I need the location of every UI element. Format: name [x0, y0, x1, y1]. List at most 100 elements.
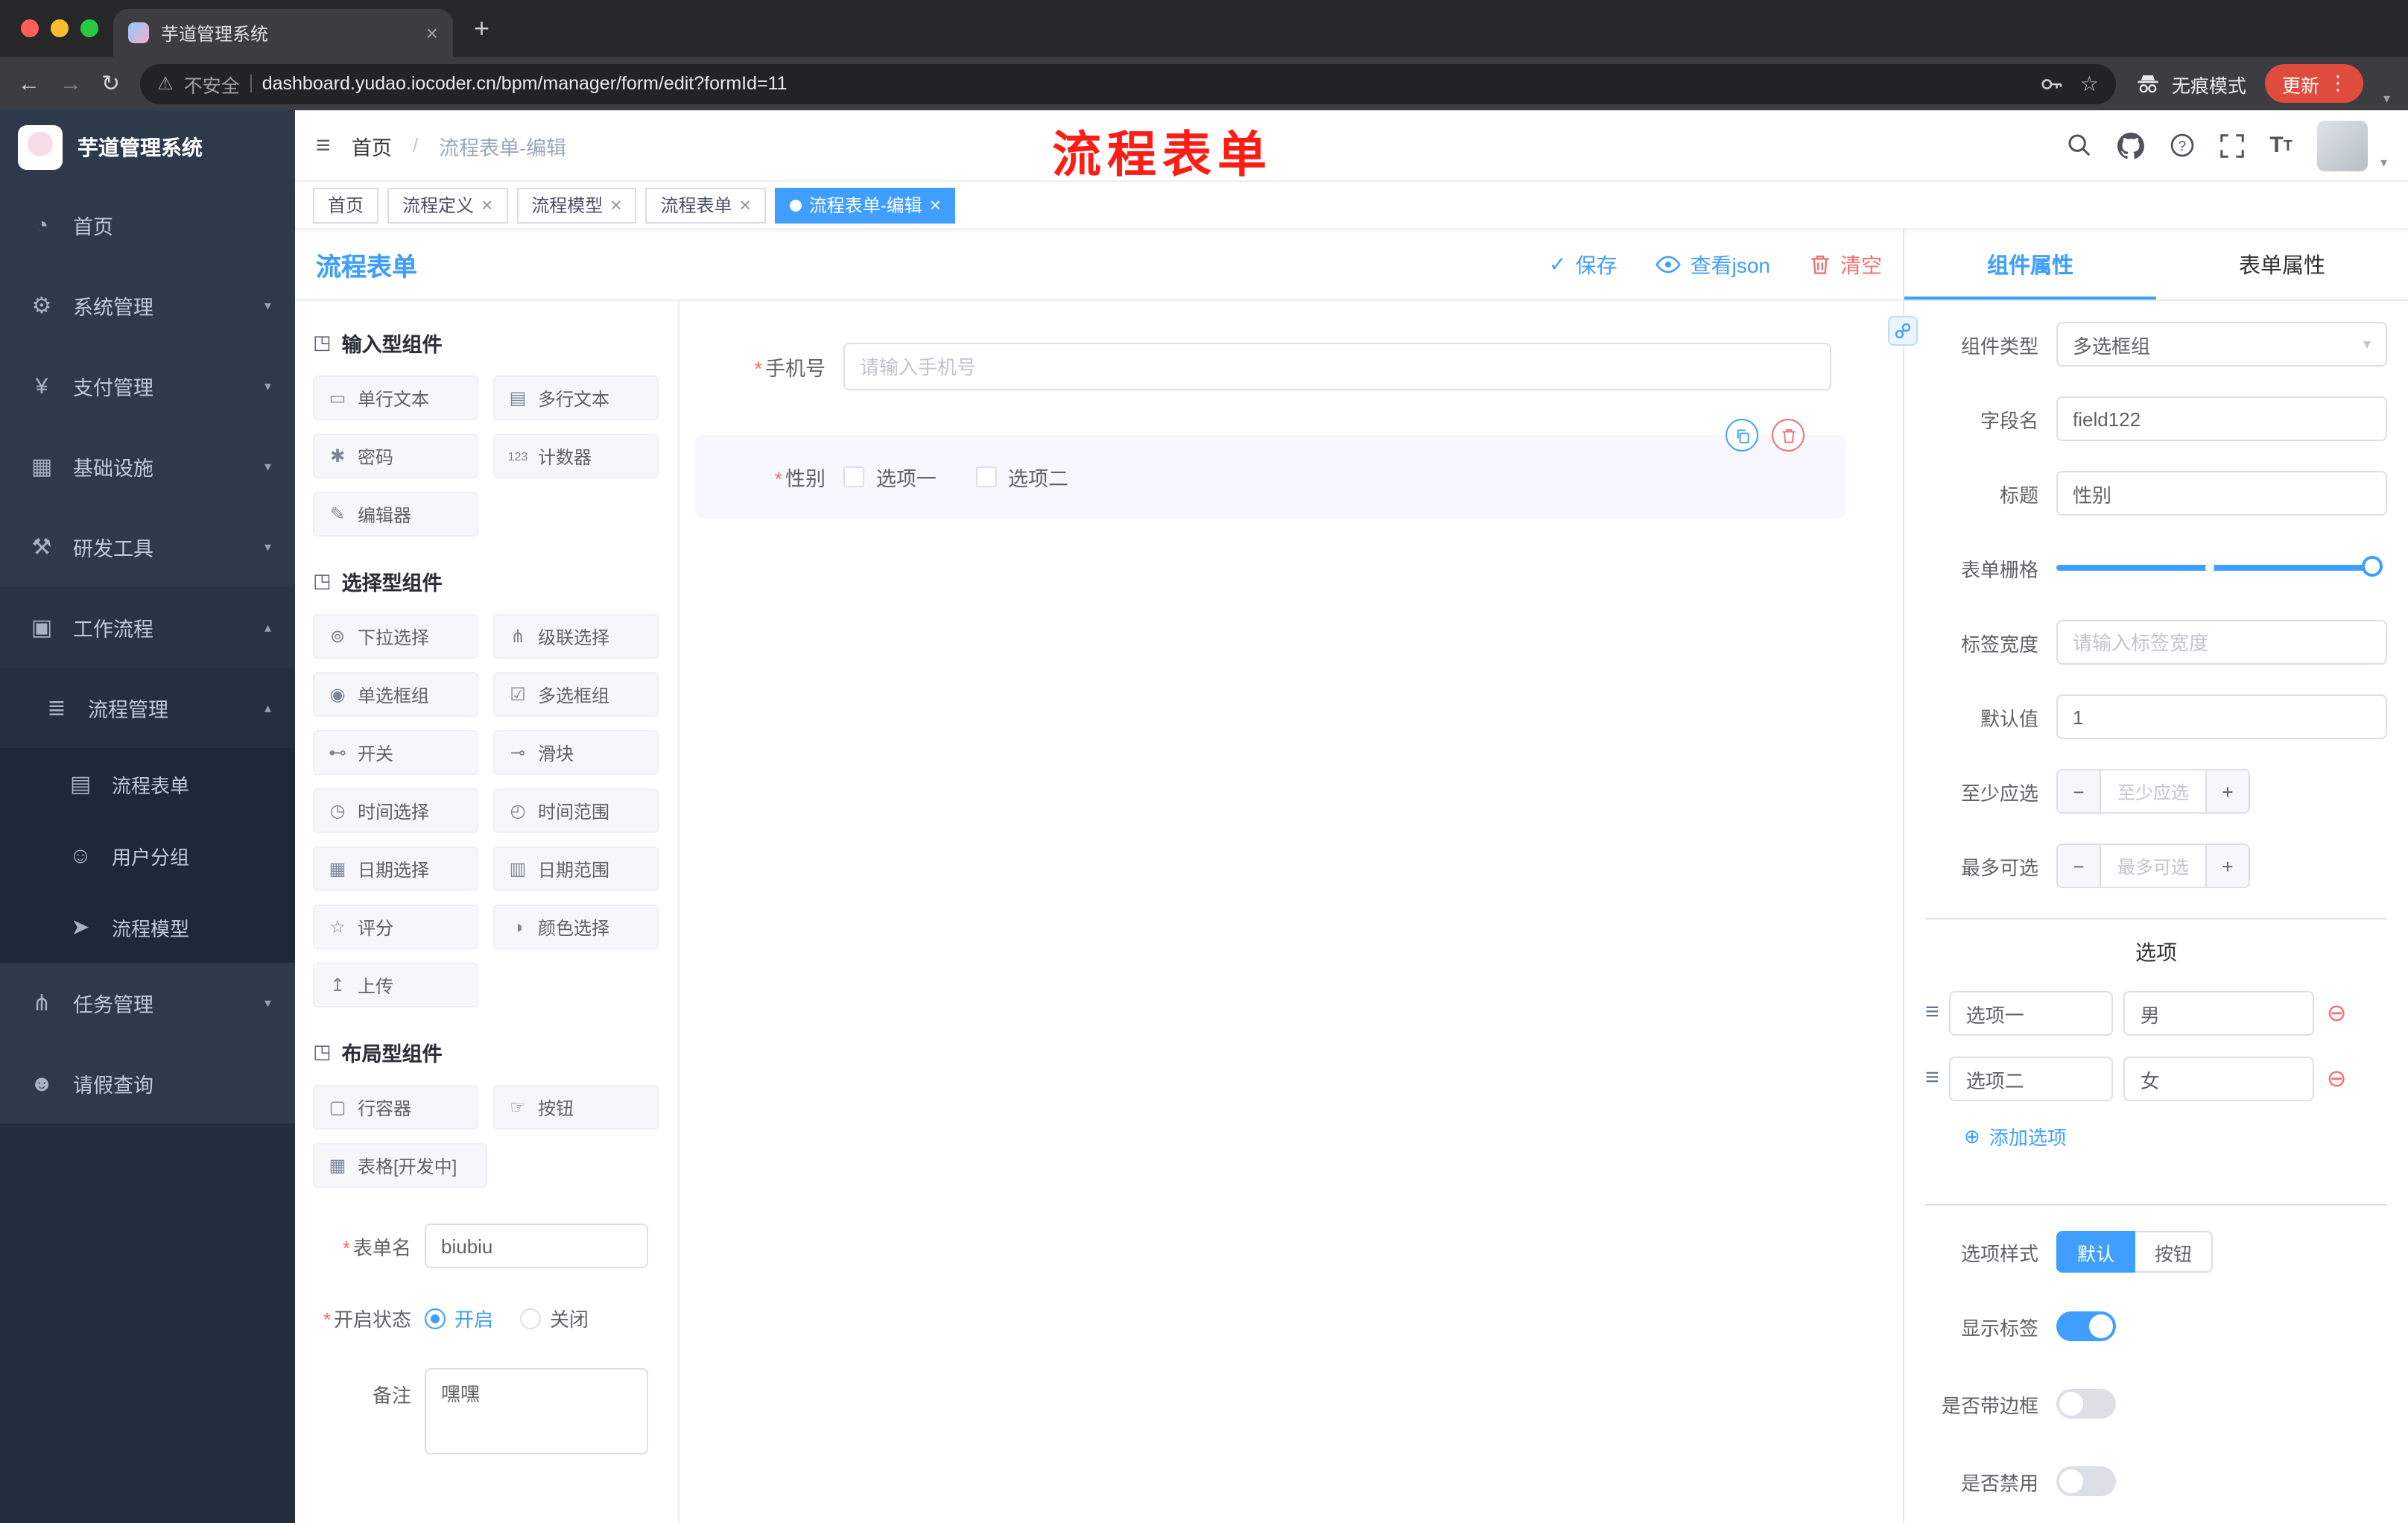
sidebar-item-system-mgmt[interactable]: ⚙ 系统管理 ▾ — [0, 265, 295, 346]
form-field-gender[interactable]: * 性别 选项一 选项二 — [694, 450, 1846, 504]
remove-option-button[interactable]: ⊖ — [2327, 1064, 2347, 1094]
min-select-stepper[interactable]: − 至少应选 + — [2056, 769, 2250, 814]
slider-handle[interactable] — [2362, 556, 2383, 577]
bookmark-star-icon[interactable]: ☆ — [2080, 71, 2099, 96]
tag-close-icon[interactable]: × — [481, 194, 492, 216]
sidebar-item-task-mgmt[interactable]: ⋔ 任务管理 ▾ — [0, 963, 295, 1043]
tag-close-icon[interactable]: × — [610, 194, 621, 216]
border-toggle[interactable] — [2056, 1389, 2116, 1419]
palette-item-editor[interactable]: ✎ 编辑器 — [313, 492, 478, 536]
palette-item-time-picker[interactable]: ◷ 时间选择 — [313, 788, 478, 833]
gender-option2-checkbox[interactable]: 选项二 — [975, 462, 1068, 492]
style-button-button[interactable]: 按钮 — [2135, 1231, 2214, 1273]
new-tab-button[interactable]: + — [453, 13, 510, 44]
remark-textarea[interactable]: 嘿嘿 — [425, 1368, 648, 1454]
sidebar-item-payment-mgmt[interactable]: ¥ 支付管理 ▾ — [0, 346, 295, 426]
update-button[interactable]: 更新 ⋮ — [2265, 64, 2364, 103]
sidebar-item-user-group[interactable]: ☺ 用户分组 — [0, 820, 295, 891]
phone-input[interactable] — [843, 343, 1831, 390]
palette-item-rate[interactable]: ☆ 评分 — [313, 905, 478, 949]
address-bar[interactable]: ⚠ 不安全 dashboard.yudao.iocoder.cn/bpm/man… — [139, 63, 2117, 104]
increase-button[interactable]: + — [2205, 845, 2249, 887]
form-field-phone[interactable]: * 手机号 — [694, 331, 1867, 402]
palette-item-row-container[interactable]: ▢ 行容器 — [313, 1085, 478, 1130]
option-value-input[interactable] — [2123, 1057, 2315, 1101]
increase-button[interactable]: + — [2205, 770, 2249, 812]
gender-option1-checkbox[interactable]: 选项一 — [843, 462, 937, 492]
fullscreen-icon[interactable] — [2220, 133, 2245, 157]
tag-process-form-edit[interactable]: 流程表单-编辑 × — [774, 187, 956, 223]
palette-item-checkbox-group[interactable]: ☑ 多选框组 — [493, 672, 659, 717]
font-size-icon[interactable]: TT — [2269, 134, 2293, 156]
disabled-toggle[interactable] — [2056, 1466, 2116, 1496]
palette-item-table[interactable]: ▦ 表格[开发中] — [313, 1143, 487, 1188]
palette-item-date-picker[interactable]: ▦ 日期选择 — [313, 846, 478, 891]
copy-field-button[interactable] — [1726, 419, 1758, 452]
palette-item-select[interactable]: ⊚ 下拉选择 — [313, 614, 478, 659]
palette-item-switch[interactable]: ⊷ 开关 — [313, 730, 478, 775]
tag-process-form[interactable]: 流程表单 × — [645, 187, 766, 223]
sidebar-item-process-model[interactable]: ➤ 流程模型 — [0, 891, 295, 963]
tag-home[interactable]: 首页 — [313, 187, 379, 223]
palette-item-password[interactable]: ✱ 密码 — [313, 434, 478, 478]
remove-option-button[interactable]: ⊖ — [2327, 998, 2347, 1028]
tag-process-definition[interactable]: 流程定义 × — [387, 187, 508, 223]
default-value-input[interactable] — [2056, 694, 2387, 739]
forward-button[interactable]: → — [60, 71, 82, 96]
search-icon[interactable] — [2067, 133, 2092, 158]
palette-item-time-range[interactable]: ◴ 时间范围 — [493, 788, 659, 833]
option-value-input[interactable] — [2123, 991, 2315, 1036]
clear-button[interactable]: 清空 — [1809, 250, 1882, 279]
help-icon[interactable]: ? — [2170, 133, 2195, 158]
github-icon[interactable] — [2117, 132, 2145, 159]
drag-handle-icon[interactable]: ≡ — [1925, 1000, 1939, 1027]
avatar-chevron-icon[interactable]: ▾ — [2380, 154, 2387, 171]
tab-close-icon[interactable]: × — [426, 21, 438, 45]
decrease-button[interactable]: − — [2058, 770, 2101, 812]
add-option-button[interactable]: ⊕ 添加选项 — [1964, 1122, 2387, 1150]
sidebar-item-process-form[interactable]: ▤ 流程表单 — [0, 748, 295, 820]
delete-field-button[interactable] — [1772, 419, 1805, 452]
window-zoom-button[interactable] — [80, 19, 98, 37]
option-label-input[interactable] — [1949, 1057, 2114, 1101]
tag-process-model[interactable]: 流程模型 × — [516, 187, 637, 223]
reload-button[interactable]: ↻ — [101, 70, 120, 97]
palette-item-upload[interactable]: ↥ 上传 — [313, 963, 478, 1007]
form-canvas[interactable]: * 手机号 请输入手机号 * 性别 选项一 选项二 — [679, 301, 1903, 1523]
user-avatar[interactable] — [2317, 120, 2369, 171]
menu-fold-icon[interactable]: ≡ — [316, 130, 331, 160]
palette-item-cascader[interactable]: ⋔ 级联选择 — [493, 614, 659, 659]
toolbar-chevron-icon[interactable]: ▾ — [2383, 91, 2390, 107]
browser-menu-icon[interactable]: ⋮ — [2328, 72, 2348, 95]
decrease-button[interactable]: − — [2058, 845, 2101, 887]
palette-item-single-line-text[interactable]: ▭ 单行文本 — [313, 376, 478, 420]
palette-item-multi-line-text[interactable]: ▤ 多行文本 — [493, 376, 659, 420]
tab-component-props[interactable]: 组件属性 — [1904, 229, 2156, 300]
show-label-toggle[interactable] — [2056, 1311, 2116, 1341]
status-off-radio[interactable]: 关闭 — [520, 1304, 589, 1332]
breadcrumb-home[interactable]: 首页 — [352, 130, 392, 160]
label-width-input[interactable] — [2056, 620, 2387, 665]
password-key-icon[interactable] — [2040, 72, 2062, 95]
tab-form-props[interactable]: 表单属性 — [2156, 229, 2408, 300]
title-input[interactable] — [2056, 471, 2387, 516]
link-icon[interactable] — [1888, 316, 1918, 346]
window-minimize-button[interactable] — [51, 19, 69, 37]
sidebar-item-process-mgmt[interactable]: ≣ 流程管理 ▴ — [0, 668, 295, 748]
sidebar-item-workflow[interactable]: ▣ 工作流程 ▴ — [0, 587, 295, 668]
sidebar-item-infrastructure[interactable]: ▦ 基础设施 ▾ — [0, 426, 295, 507]
palette-item-color-picker[interactable]: ◑ 颜色选择 — [493, 905, 659, 949]
view-json-button[interactable]: 查看json — [1656, 250, 1770, 279]
grid-slider[interactable] — [2056, 556, 2383, 577]
option-label-input[interactable] — [1949, 991, 2114, 1036]
status-on-radio[interactable]: 开启 — [425, 1304, 493, 1332]
window-close-button[interactable] — [21, 19, 39, 37]
sidebar-item-dev-tools[interactable]: ⚒ 研发工具 ▾ — [0, 507, 295, 587]
form-name-input[interactable] — [425, 1223, 648, 1268]
tag-close-icon[interactable]: × — [930, 194, 941, 216]
form-field-gender-selected[interactable]: * 性别 选项一 选项二 — [694, 419, 1846, 519]
drag-handle-icon[interactable]: ≡ — [1925, 1066, 1939, 1092]
max-select-stepper[interactable]: − 最多可选 + — [2056, 843, 2250, 888]
palette-item-counter[interactable]: 123 计数器 — [493, 434, 659, 478]
style-default-button[interactable]: 默认 — [2056, 1231, 2136, 1273]
